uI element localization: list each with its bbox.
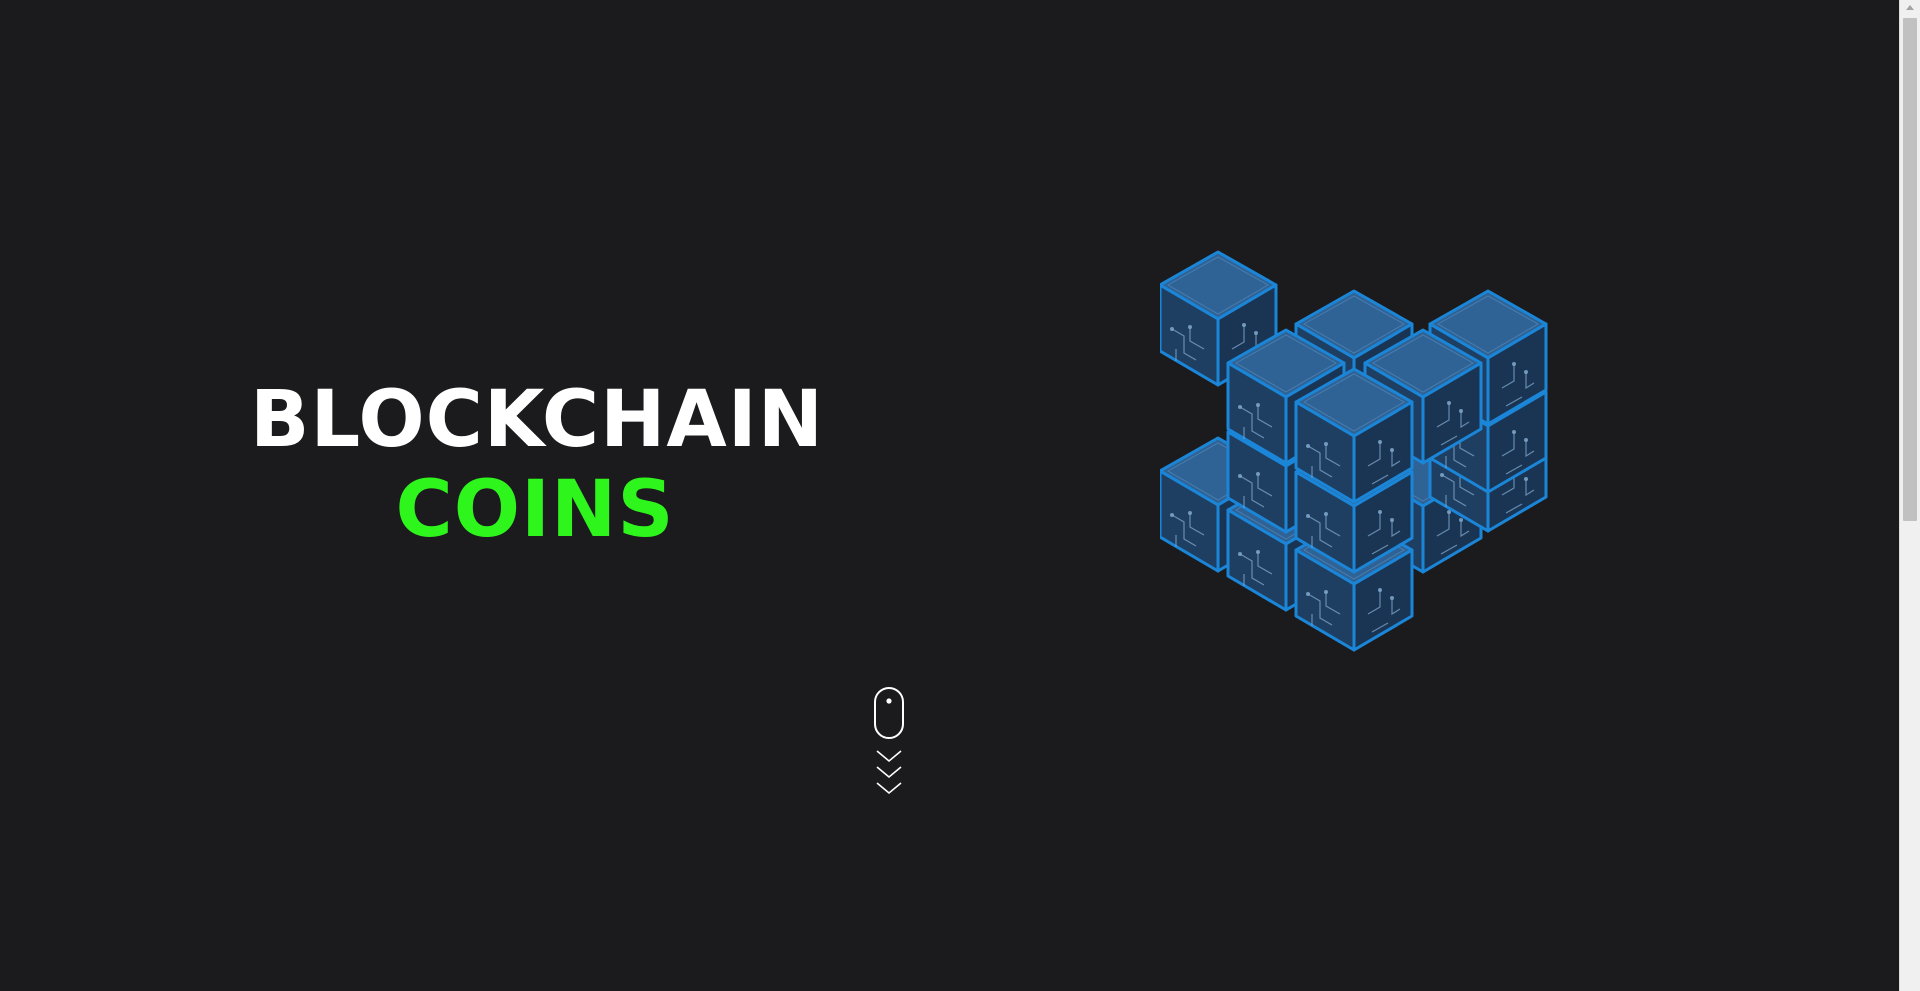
hero-title-line-1: BLOCKCHAIN <box>250 375 825 465</box>
blockchain-cubes-icon <box>1160 250 1548 652</box>
mouse-scroll-icon[interactable] <box>872 686 908 802</box>
page-scrollbar[interactable] <box>1899 0 1920 991</box>
scrollbar-thumb[interactable] <box>1903 18 1917 521</box>
hero-title-line-2: COINS <box>395 465 675 555</box>
landing-page: BLOCKCHAIN COINS <box>0 0 1920 991</box>
hero-title: BLOCKCHAIN COINS <box>250 375 825 555</box>
scroll-up-arrow-icon[interactable] <box>1900 0 1920 17</box>
